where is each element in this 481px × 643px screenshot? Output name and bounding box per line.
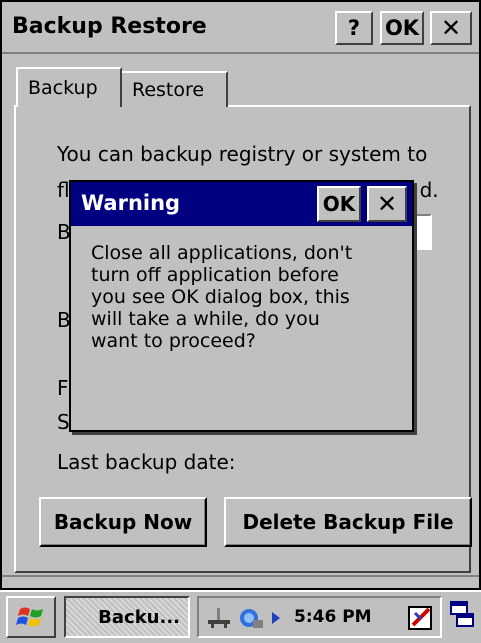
ok-button[interactable]: OK <box>380 11 424 45</box>
tab-backup[interactable]: Backup <box>16 67 122 107</box>
window-title: Backup Restore <box>12 14 207 39</box>
warning-close-button[interactable]: ✕ <box>367 186 407 222</box>
warning-title: Warning <box>81 191 181 215</box>
free-space-label: F <box>57 376 69 400</box>
arrow-right-icon <box>272 612 280 624</box>
warning-dialog: Warning OK ✕ Close all applications, don… <box>69 180 414 432</box>
description-line-2-start: fl <box>57 178 70 202</box>
warning-ok-button[interactable]: OK <box>317 186 361 222</box>
delete-backup-file-button[interactable]: Delete Backup File <box>224 497 472 547</box>
windows-logo-icon <box>16 607 43 627</box>
location-dropdown[interactable] <box>412 214 432 250</box>
title-bar: Backup Restore ? OK ✕ <box>2 2 479 54</box>
window-bottom-divider <box>2 575 479 589</box>
backup-description-line-1: You can backup registry or system to <box>57 142 428 166</box>
description-line-2-end: d. <box>419 178 439 202</box>
clock[interactable]: 5:46 PM <box>294 607 372 627</box>
taskbar: Backu... 5:46 PM <box>0 590 481 643</box>
taskbar-item-backup[interactable]: Backu... <box>64 596 190 638</box>
close-button[interactable]: ✕ <box>430 11 472 45</box>
windows-stack-icon[interactable] <box>449 600 475 630</box>
backup-now-button[interactable]: Backup Now <box>39 497 207 547</box>
keyboard-disabled-icon[interactable] <box>407 603 435 633</box>
warning-title-bar: Warning OK ✕ <box>71 182 412 226</box>
warning-message: Close all applications, don't turn off a… <box>91 242 353 352</box>
help-button[interactable]: ? <box>335 11 373 45</box>
network-icon[interactable] <box>205 606 233 630</box>
tab-restore[interactable]: Restore <box>122 71 228 107</box>
sync-icon[interactable] <box>237 606 267 630</box>
last-backup-date-label: Last backup date: <box>57 450 236 474</box>
start-button[interactable] <box>6 596 56 638</box>
system-tray: 5:46 PM <box>197 596 442 638</box>
selected-size-label: S <box>57 410 70 434</box>
